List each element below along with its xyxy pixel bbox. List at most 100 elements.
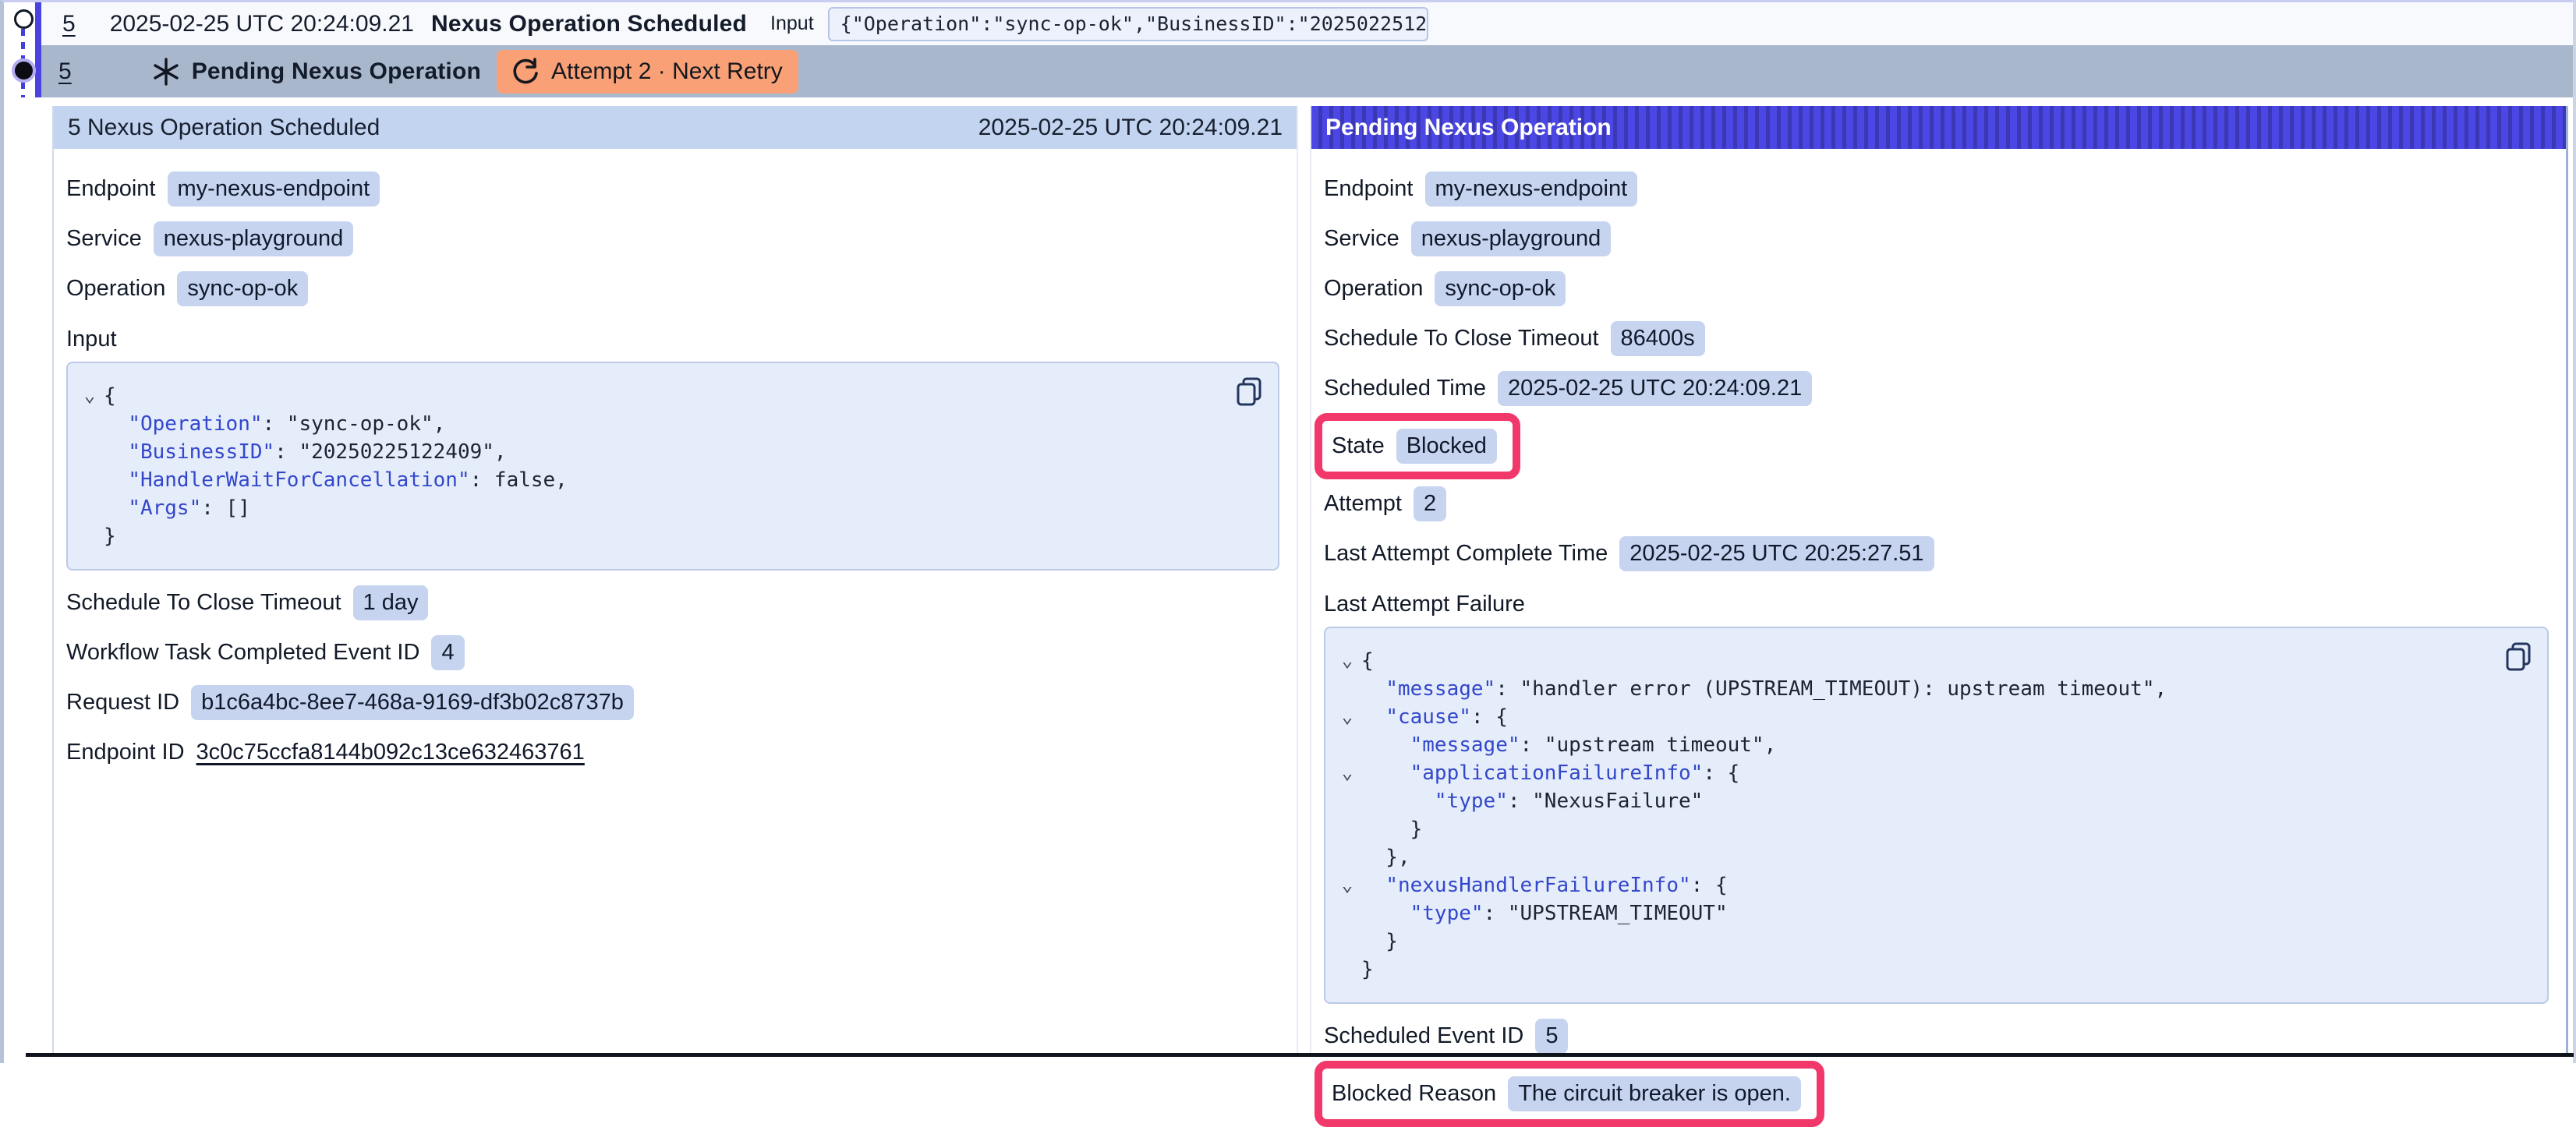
event-row-pending-nexus-operation[interactable]: 5 Pending Nexus Operation Attempt 2 · Ne… xyxy=(37,45,2573,97)
code-line: ⌄{ xyxy=(1333,647,2497,675)
code-text: "Args": [] xyxy=(104,494,250,522)
event-timestamp: 2025-02-25 UTC 20:24:09.21 xyxy=(110,11,414,37)
code-line: } xyxy=(1333,927,2497,956)
field-label: Operation xyxy=(66,276,165,302)
field-value-badge: 2025-02-25 UTC 20:25:27.51 xyxy=(1619,536,1934,571)
field-row-service: Service nexus-playground xyxy=(1324,221,2552,256)
field-row-workflow-task-completed-event-id: Workflow Task Completed Event ID 4 xyxy=(66,635,1283,670)
retry-icon xyxy=(512,58,539,86)
field-value-badge: sync-op-ok xyxy=(1435,271,1566,306)
code-text: "applicationFailureInfo": { xyxy=(1361,759,1739,787)
last-attempt-failure-label: Last Attempt Failure xyxy=(1324,592,2552,617)
field-row-endpoint-id: Endpoint ID3c0c75ccfa8144b092c13ce632463… xyxy=(66,735,1283,769)
field-label: Scheduled Event ID xyxy=(1324,1023,1523,1049)
caret-spacer xyxy=(1333,731,1361,759)
code-line: "type": "NexusFailure" xyxy=(1333,787,2497,815)
retry-status-badge: Attempt 2 · Next Retry xyxy=(497,50,798,94)
field-label: Endpoint xyxy=(66,176,156,202)
field-label: Service xyxy=(1324,226,1399,252)
code-line: ⌄{ xyxy=(76,382,1228,410)
copy-icon[interactable] xyxy=(2503,641,2533,673)
collapse-caret-icon[interactable]: ⌄ xyxy=(1333,647,1361,675)
left-panel-header: 5 Nexus Operation Scheduled 2025-02-25 U… xyxy=(54,106,1297,149)
collapse-caret-icon[interactable]: ⌄ xyxy=(1333,703,1361,731)
field-row-schedule-to-close-timeout: Schedule To Close Timeout 1 day xyxy=(66,585,1283,620)
caret-spacer xyxy=(1333,956,1361,984)
retry-badge-label: Attempt 2 · Next Retry xyxy=(551,58,783,85)
caret-spacer xyxy=(1333,815,1361,843)
caret-spacer xyxy=(1333,927,1361,956)
right-panel-title: Pending Nexus Operation xyxy=(1325,115,1612,141)
field-value-badge: 1 day xyxy=(353,585,429,620)
field-value-badge: my-nexus-endpoint xyxy=(168,171,380,207)
event-id-link[interactable]: 5 xyxy=(58,58,72,85)
collapse-caret-icon[interactable]: ⌄ xyxy=(76,382,104,410)
code-text: } xyxy=(104,522,116,550)
event-detail-panel-scheduled: 5 Nexus Operation Scheduled 2025-02-25 U… xyxy=(52,106,1298,1056)
field-row-attempt: Attempt2 xyxy=(1324,486,2552,521)
code-line: "message": "handler error (UPSTREAM_TIME… xyxy=(1333,675,2497,703)
code-text: "cause": { xyxy=(1361,703,1508,731)
field-value-badge: b1c6a4bc-8ee7-468a-9169-df3b02c8737b xyxy=(191,685,634,720)
code-text: "message": "handler error (UPSTREAM_TIME… xyxy=(1361,675,2167,703)
code-line: }, xyxy=(1333,843,2497,871)
code-text: "type": "UPSTREAM_TIMEOUT" xyxy=(1361,899,1728,927)
code-line: "HandlerWaitForCancellation": false, xyxy=(76,466,1228,494)
field-row-last-attempt-complete-time: Last Attempt Complete Time2025-02-25 UTC… xyxy=(1324,536,2552,571)
field-label: Blocked Reason xyxy=(1332,1081,1496,1107)
caret-spacer xyxy=(1333,843,1361,871)
left-panel-title: 5 Nexus Operation Scheduled xyxy=(68,115,380,141)
field-value-badge: Blocked xyxy=(1396,429,1497,464)
field-value-badge: nexus-playground xyxy=(1411,221,1612,256)
field-label: Workflow Task Completed Event ID xyxy=(66,640,419,666)
asterisk-icon xyxy=(151,57,181,87)
caret-spacer xyxy=(76,410,104,438)
field-value-badge: The circuit breaker is open. xyxy=(1508,1076,1801,1111)
bottom-divider xyxy=(26,1053,2574,1057)
caret-spacer xyxy=(1333,899,1361,927)
code-text: } xyxy=(1361,927,1398,956)
field-label: Operation xyxy=(1324,276,1423,302)
field-value-badge: 4 xyxy=(431,635,464,670)
code-text: { xyxy=(104,382,116,410)
code-line: "Operation": "sync-op-ok", xyxy=(76,410,1228,438)
input-preview-chip[interactable]: {"Operation":"sync-op-ok","BusinessID":"… xyxy=(828,7,1428,41)
caret-spacer xyxy=(76,438,104,466)
collapse-caret-icon[interactable]: ⌄ xyxy=(1333,871,1361,899)
code-text: "type": "NexusFailure" xyxy=(1361,787,1703,815)
code-line: ⌄ "cause": { xyxy=(1333,703,2497,731)
field-label: Schedule To Close Timeout xyxy=(66,590,341,616)
code-line: } xyxy=(76,522,1228,550)
caret-spacer xyxy=(1333,675,1361,703)
annotation-highlight-box: StateBlocked xyxy=(1315,413,1520,479)
field-row-schedule-to-close-timeout: Schedule To Close Timeout86400s xyxy=(1324,321,2552,356)
timeline-open-dot[interactable] xyxy=(14,9,34,29)
field-row-request-id: Request ID b1c6a4bc-8ee7-468a-9169-df3b02… xyxy=(66,685,1283,720)
code-text: "HandlerWaitForCancellation": false, xyxy=(104,466,568,494)
code-text: }, xyxy=(1361,843,1410,871)
caret-spacer xyxy=(76,522,104,550)
collapse-caret-icon[interactable]: ⌄ xyxy=(1333,759,1361,787)
field-row-scheduled-event-id: Scheduled Event ID5 xyxy=(1324,1019,2552,1054)
event-row-nexus-operation-scheduled[interactable]: 5 2025-02-25 UTC 20:24:09.21 Nexus Opera… xyxy=(37,2,2573,45)
event-title: Nexus Operation Scheduled xyxy=(431,11,747,37)
code-line: ⌄ "applicationFailureInfo": { xyxy=(1333,759,2497,787)
event-id-link[interactable]: 5 xyxy=(62,11,76,37)
code-text: } xyxy=(1361,956,1374,984)
field-label: Request ID xyxy=(66,690,179,715)
field-row-blocked-reason: Blocked Reason The circuit breaker is ope… xyxy=(1324,1069,2552,1119)
field-label: Schedule To Close Timeout xyxy=(1324,326,1599,352)
timeline-filled-dot[interactable] xyxy=(12,58,36,83)
annotation-highlight-box: Blocked Reason The circuit breaker is ope… xyxy=(1315,1061,1824,1127)
caret-spacer xyxy=(76,466,104,494)
copy-icon[interactable] xyxy=(1234,376,1264,408)
field-label: Attempt xyxy=(1324,491,1402,517)
field-value-badge: sync-op-ok xyxy=(177,271,308,306)
field-row-endpoint: Endpoint my-nexus-endpoint xyxy=(66,171,1283,207)
field-row-operation: Operation sync-op-ok xyxy=(1324,271,2552,306)
field-value-link[interactable]: 3c0c75ccfa8144b092c13ce632463761 xyxy=(196,740,585,765)
timeline-selection-bar xyxy=(35,2,41,97)
code-line: "message": "upstream timeout", xyxy=(1333,731,2497,759)
input-json-block: ⌄{ "Operation": "sync-op-ok", "BusinessI… xyxy=(66,362,1279,571)
event-history-view: 5 2025-02-25 UTC 20:24:09.21 Nexus Opera… xyxy=(0,0,2576,1063)
